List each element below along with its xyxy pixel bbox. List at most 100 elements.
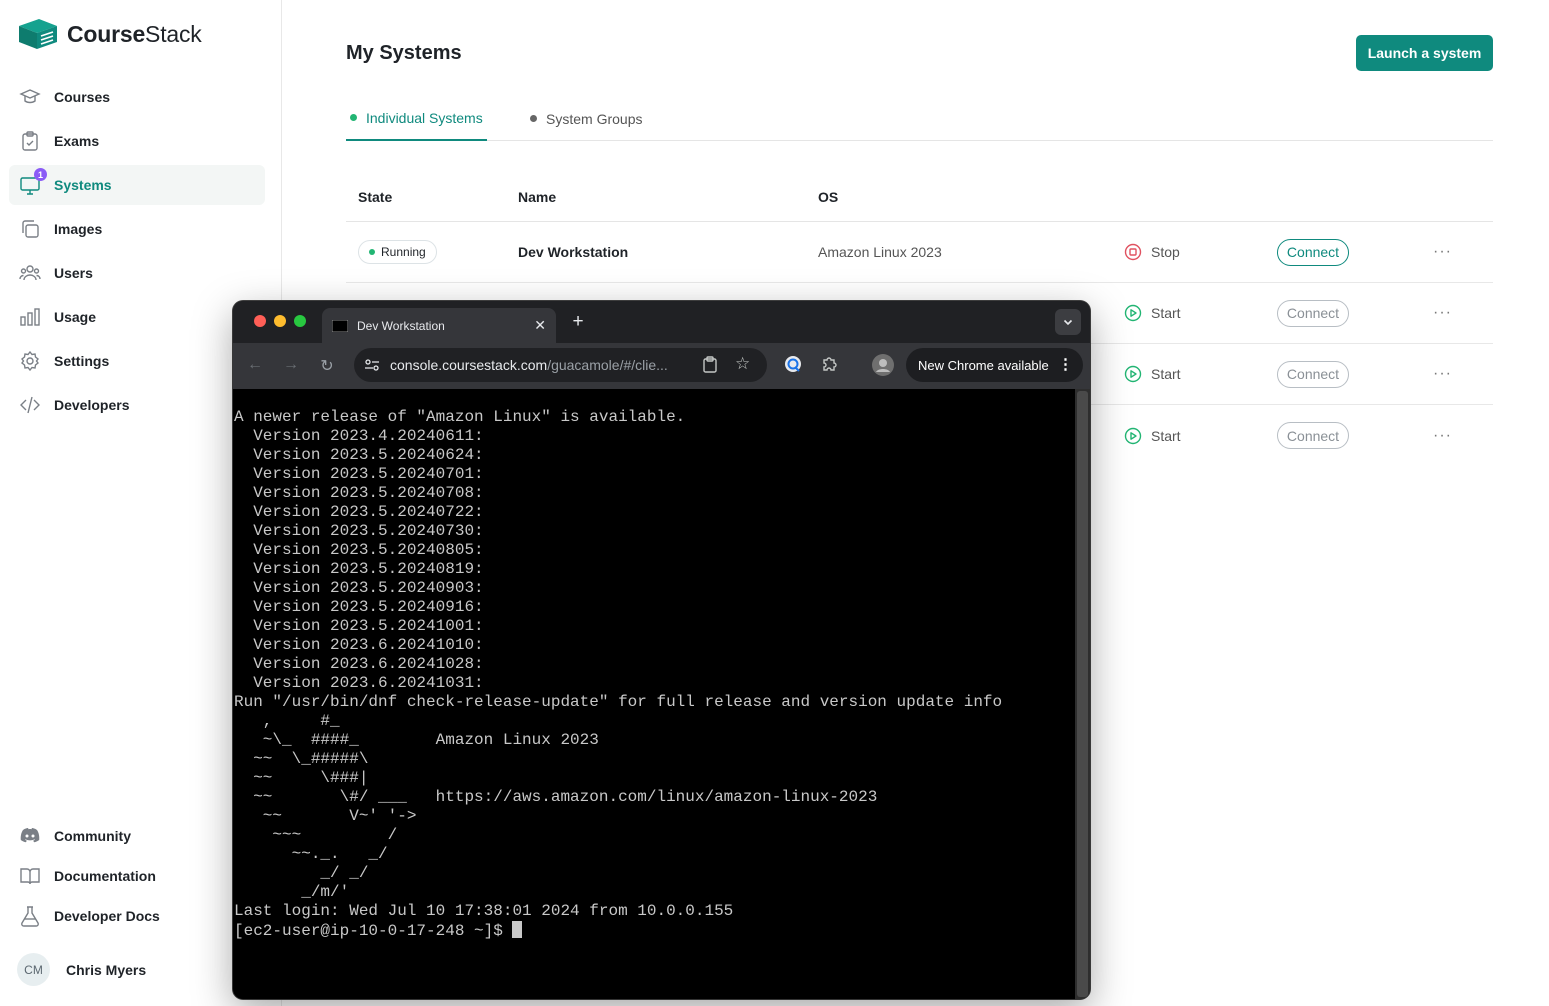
sidebar-item-usage[interactable]: Usage <box>9 297 265 337</box>
connect-cell: Connect <box>1277 299 1349 327</box>
logo[interactable]: CourseStack <box>17 18 202 50</box>
sidebar-item-images[interactable]: Images <box>9 209 265 249</box>
sidebar-item-label: Community <box>54 828 131 844</box>
sidebar-item-developer-docs[interactable]: Developer Docs <box>9 898 265 934</box>
close-tab-icon[interactable]: ✕ <box>534 317 546 334</box>
browser-titlebar[interactable]: Dev Workstation ✕ + <box>233 301 1090 343</box>
launch-system-button[interactable]: Launch a system <box>1356 35 1493 71</box>
back-arrow-icon[interactable]: ← <box>245 356 265 374</box>
terminal-line: Version 2023.5.20240708: <box>234 484 484 502</box>
more-options-icon[interactable]: ··· <box>1433 365 1452 383</box>
tab-system-groups[interactable]: System Groups <box>530 96 642 141</box>
discord-icon <box>19 825 41 847</box>
start-button[interactable]: Start <box>1124 304 1181 322</box>
terminal-line: _/ _/ <box>234 864 369 882</box>
terminal-prompt: [ec2-user@ip-10-0-17-248 ~]$ <box>234 922 513 940</box>
status-badge: Running <box>358 240 437 264</box>
action-label: Stop <box>1151 244 1180 260</box>
terminal-prompt-line: [ec2-user@ip-10-0-17-248 ~]$ <box>234 921 1002 941</box>
sidebar-item-label: Documentation <box>54 868 156 884</box>
connect-button[interactable]: Connect <box>1277 299 1349 327</box>
sidebar-item-systems[interactable]: 1 Systems <box>9 165 265 205</box>
sidebar-item-users[interactable]: Users <box>9 253 265 293</box>
action-label: Start <box>1151 366 1181 382</box>
sidebar-item-label: Systems <box>54 177 112 193</box>
table-row: Running Dev Workstation Amazon Linux 202… <box>346 222 1493 283</box>
sidebar-item-exams[interactable]: Exams <box>9 121 265 161</box>
terminal-line: Version 2023.5.20241001: <box>234 617 484 635</box>
bookmark-star-icon[interactable]: ☆ <box>735 354 750 374</box>
forward-arrow-icon[interactable]: → <box>281 356 301 374</box>
gear-icon <box>19 350 41 372</box>
state-cell: Running <box>358 240 437 264</box>
extension-icon[interactable] <box>783 355 803 378</box>
avatar: CM <box>17 953 50 986</box>
action-label: Start <box>1151 305 1181 321</box>
start-button[interactable]: Start <box>1124 427 1181 445</box>
sidebar-item-documentation[interactable]: Documentation <box>9 858 265 894</box>
more-options-icon[interactable]: ··· <box>1433 243 1452 261</box>
terminal-line: Version 2023.5.20240722: <box>234 503 484 521</box>
terminal-line: Version 2023.4.20240611: <box>234 427 484 445</box>
url-host: console.coursestack.com <box>390 357 548 373</box>
sidebar-item-courses[interactable]: Courses <box>9 77 265 117</box>
sidebar-item-community[interactable]: Community <box>9 818 265 854</box>
connect-button[interactable]: Connect <box>1277 422 1349 449</box>
clipboard-icon[interactable] <box>702 356 718 377</box>
sidebar-item-label: Developers <box>54 397 130 413</box>
new-chrome-available-button[interactable]: New Chrome available ⋮ <box>906 348 1083 382</box>
terminal-line: ~~ V~' '-> <box>234 807 417 825</box>
graduation-cap-icon <box>19 86 41 108</box>
start-button[interactable]: Start <box>1124 365 1181 383</box>
more-options-icon[interactable]: ··· <box>1433 427 1452 445</box>
browser-toolbar: ← → ↻ console.coursestack.com/guacamole/… <box>233 343 1090 389</box>
terminal-line: Version 2023.6.20241010: <box>234 636 484 654</box>
tab-label: System Groups <box>546 110 643 127</box>
sidebar-item-label: Settings <box>54 353 110 369</box>
bar-chart-icon <box>19 306 41 328</box>
connect-button[interactable]: Connect <box>1277 238 1349 266</box>
stop-icon <box>1124 243 1142 261</box>
close-window-button[interactable] <box>254 315 266 327</box>
user-profile[interactable]: CM Chris Myers <box>17 953 146 986</box>
browser-tab[interactable]: Dev Workstation ✕ <box>322 308 556 343</box>
stop-button[interactable]: Stop <box>1124 243 1180 261</box>
reload-icon[interactable]: ↻ <box>317 356 337 376</box>
code-icon <box>19 394 41 416</box>
minimize-window-button[interactable] <box>274 315 286 327</box>
tab-label: Individual Systems <box>366 109 483 126</box>
system-os: Amazon Linux 2023 <box>818 244 942 260</box>
url-text: console.coursestack.com/guacamole/#/clie… <box>390 357 690 373</box>
systems-tabs: Individual Systems System Groups <box>346 96 1493 141</box>
sidebar-item-label: Developer Docs <box>54 908 160 924</box>
sidebar-item-label: Usage <box>54 309 97 325</box>
more-options-icon[interactable]: ··· <box>1433 304 1452 322</box>
profile-avatar-icon[interactable] <box>871 353 894 382</box>
browser-window[interactable]: Dev Workstation ✕ + ← → ↻ console.course… <box>233 301 1090 999</box>
logo-text: CourseStack <box>67 20 202 47</box>
address-bar[interactable]: console.coursestack.com/guacamole/#/clie… <box>354 348 767 382</box>
terminal-line: A newer release of "Amazon Linux" is ava… <box>234 408 686 426</box>
connect-cell: Connect <box>1277 422 1349 449</box>
tab-individual-systems[interactable]: Individual Systems <box>346 96 487 141</box>
connect-button[interactable]: Connect <box>1277 360 1349 388</box>
sidebar-item-settings[interactable]: Settings <box>9 341 265 381</box>
sidebar-bottom-nav: Community Documentation Developer Docs <box>9 818 265 938</box>
scrollbar-thumb[interactable] <box>1077 391 1088 997</box>
terminal-line: Version 2023.5.20240903: <box>234 579 484 597</box>
sidebar-item-developers[interactable]: Developers <box>9 385 265 425</box>
tab-search-chevron-icon[interactable] <box>1055 309 1081 335</box>
column-header-os: OS <box>818 188 839 205</box>
monitor-icon: 1 <box>19 168 47 196</box>
maximize-window-button[interactable] <box>294 315 306 327</box>
connect-cell: Connect <box>1277 360 1349 388</box>
book-icon <box>19 865 41 887</box>
user-name: Chris Myers <box>66 961 147 978</box>
terminal[interactable]: A newer release of "Amazon Linux" is ava… <box>233 389 1075 999</box>
system-name: Dev Workstation <box>518 244 629 260</box>
kebab-menu-icon[interactable]: ⋮ <box>1058 355 1073 373</box>
new-tab-icon[interactable]: + <box>566 311 590 333</box>
puzzle-extensions-icon[interactable] <box>820 355 840 378</box>
terminal-scrollbar[interactable] <box>1075 389 1090 999</box>
play-icon <box>1124 427 1142 444</box>
